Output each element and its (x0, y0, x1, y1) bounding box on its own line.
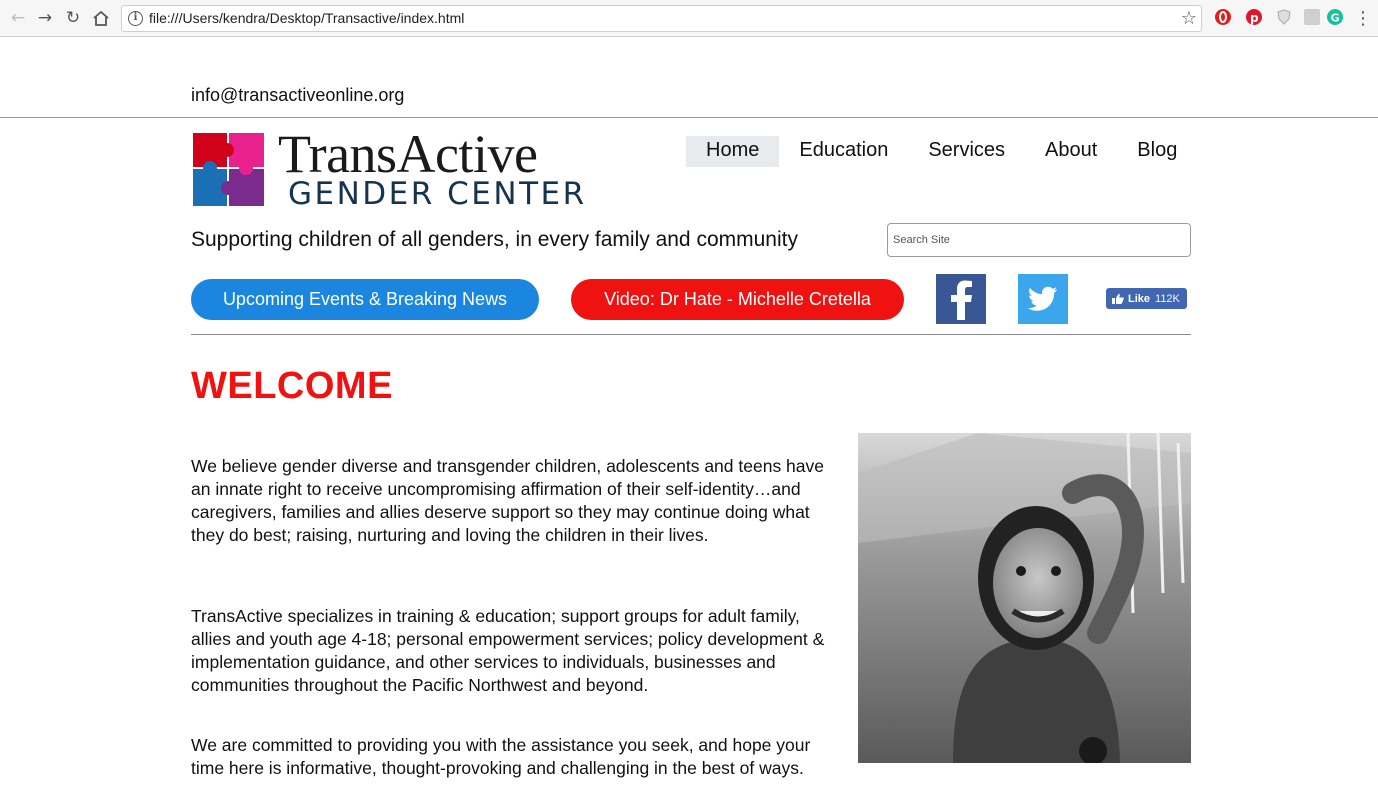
header-divider (0, 117, 1378, 118)
home-icon[interactable] (89, 6, 113, 30)
back-arrow-icon[interactable]: ← (6, 6, 30, 30)
main-navigation: Home Education Services About Blog (686, 136, 1197, 167)
nav-item-about[interactable]: About (1025, 136, 1117, 167)
content-divider (191, 334, 1191, 335)
site-logo[interactable]: TransActive GENDER CENTER (192, 124, 584, 212)
video-button[interactable]: Video: Dr Hate - Michelle Cretella (571, 279, 904, 320)
upcoming-events-button[interactable]: Upcoming Events & Breaking News (191, 279, 539, 320)
browser-toolbar: ← → ↻ i file:///Users/kendra/Desktop/Tra… (0, 0, 1378, 37)
reload-icon[interactable]: ↻ (61, 6, 85, 30)
twitter-icon (1028, 286, 1058, 311)
child-photo (858, 433, 1191, 763)
site-tagline: Supporting children of all genders, in e… (191, 228, 798, 251)
like-count: 112K (1155, 292, 1180, 305)
forward-arrow-icon[interactable]: → (33, 6, 57, 30)
facebook-like-button[interactable]: Like 112K (1106, 288, 1187, 309)
grammarly-extension-icon[interactable]: G (1327, 9, 1343, 25)
contact-email[interactable]: info@transactiveonline.org (191, 85, 404, 106)
shield-extension-icon[interactable] (1276, 9, 1292, 25)
address-url[interactable]: file:///Users/kendra/Desktop/Transactive… (149, 10, 464, 26)
svg-text:p: p (1250, 11, 1259, 25)
puzzle-logo-icon (193, 133, 264, 206)
nav-item-blog[interactable]: Blog (1117, 136, 1197, 167)
services-paragraph: TransActive specializes in training & ed… (191, 606, 825, 695)
pinterest-extension-icon[interactable]: p (1246, 9, 1262, 25)
welcome-heading: WELCOME (191, 365, 393, 407)
facebook-link[interactable] (936, 274, 986, 324)
search-input[interactable] (887, 223, 1191, 257)
nav-item-services[interactable]: Services (908, 136, 1025, 167)
intro-paragraph: We believe gender diverse and transgende… (191, 456, 825, 545)
like-label: Like (1128, 292, 1151, 305)
extension-icon[interactable] (1304, 9, 1320, 25)
commitment-paragraph: We are committed to providing you with t… (191, 735, 811, 778)
facebook-icon (951, 280, 972, 320)
info-icon[interactable]: i (128, 11, 143, 26)
twitter-link[interactable] (1018, 274, 1068, 324)
svg-text:G: G (1331, 12, 1340, 25)
menu-kebab-icon[interactable]: ⋮ (1351, 6, 1375, 30)
nav-item-home[interactable]: Home (686, 136, 780, 167)
nav-item-education[interactable]: Education (779, 136, 908, 167)
logo-subtitle: GENDER CENTER (288, 176, 587, 212)
address-bar[interactable]: i file:///Users/kendra/Desktop/Transacti… (121, 5, 1202, 32)
opera-extension-icon[interactable] (1215, 9, 1231, 25)
bookmark-star-icon[interactable]: ☆ (1181, 8, 1197, 29)
thumbs-up-icon (1112, 293, 1124, 304)
